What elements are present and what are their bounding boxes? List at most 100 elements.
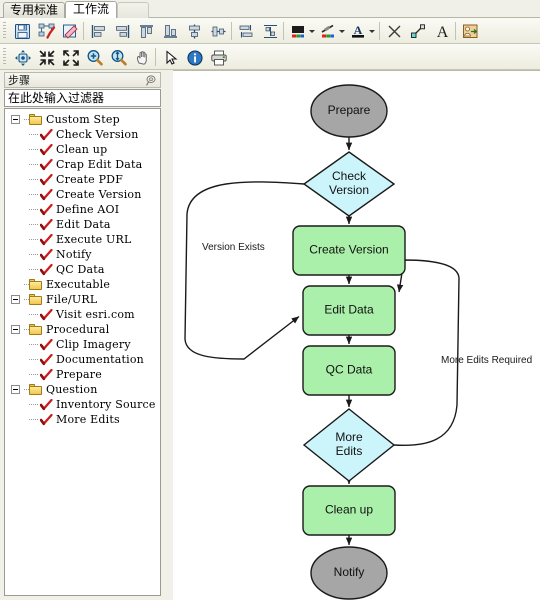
list-item[interactable]: Prepare (5, 367, 160, 382)
tree-group-custom-step[interactable]: Custom Step (5, 112, 160, 127)
list-item[interactable]: More Edits (5, 412, 160, 427)
save-button[interactable] (12, 21, 33, 42)
zoom-fit-height-icon (111, 49, 127, 65)
font-color-button[interactable]: A (348, 21, 369, 42)
tab-strip: 专用标准 工作流 (0, 0, 540, 19)
separator-1 (83, 22, 84, 40)
line-color-dropdown[interactable] (337, 21, 346, 42)
step-check-icon (39, 173, 53, 186)
step-check-icon (39, 248, 53, 261)
list-item[interactable]: Define AOI (5, 202, 160, 217)
edge-more-edits-required[interactable] (393, 259, 460, 447)
assign-button[interactable] (460, 21, 481, 42)
tree-group-procedural[interactable]: Procedural (5, 322, 160, 337)
delete-step-button[interactable] (384, 21, 405, 42)
tree-group-label: Procedural (46, 323, 110, 336)
align-left-button[interactable] (88, 21, 109, 42)
assign-person-icon (463, 24, 478, 38)
tree-toggle-icon[interactable] (11, 115, 20, 124)
node-prepare[interactable]: Prepare (310, 84, 388, 138)
toolbar-grip-icon-2[interactable] (3, 48, 6, 66)
font-color-dropdown[interactable] (367, 21, 376, 42)
list-item[interactable]: Execute URL (5, 232, 160, 247)
tab-workflow[interactable]: 工作流 (65, 1, 117, 19)
tree-toggle-icon[interactable] (11, 295, 20, 304)
edge-label-more-edits-required: More Edits Required (441, 355, 532, 366)
list-item-label: QC Data (56, 263, 105, 276)
tab-strip-filler (117, 2, 149, 19)
node-more-edits[interactable]: More Edits (302, 408, 396, 482)
list-item[interactable]: Visit esri.com (5, 307, 160, 322)
distribute-horizontal-button[interactable] (236, 21, 257, 42)
node-label: Prepare (328, 103, 371, 117)
select-button[interactable] (160, 47, 181, 68)
align-center-horizontal-button[interactable] (208, 21, 229, 42)
node-label: Edit Data (324, 303, 374, 317)
list-item[interactable]: Create Version (5, 187, 160, 202)
node-clean-up[interactable]: Clean up (302, 485, 396, 536)
list-item[interactable]: Inventory Source (5, 397, 160, 412)
align-center-vertical-button[interactable] (184, 21, 205, 42)
distribute-vertical-icon (264, 24, 277, 39)
fill-color-button[interactable] (288, 21, 309, 42)
list-item[interactable]: Crap Edit Data (5, 157, 160, 172)
list-item[interactable]: Clip Imagery (5, 337, 160, 352)
add-connector-button[interactable] (408, 21, 429, 42)
panel-splitter[interactable] (165, 70, 173, 600)
list-item-label: Crap Edit Data (56, 158, 143, 171)
list-item[interactable]: Documentation (5, 352, 160, 367)
line-color-button[interactable] (318, 21, 339, 42)
node-check-version[interactable]: Check Version (302, 151, 396, 217)
list-item[interactable]: Notify (5, 247, 160, 262)
tree-toggle-icon[interactable] (11, 325, 20, 334)
step-check-icon (39, 188, 53, 201)
node-notify[interactable]: Notify (310, 546, 388, 600)
separator-5 (455, 22, 456, 40)
fit-to-window-button[interactable] (12, 47, 33, 68)
align-right-button[interactable] (112, 21, 133, 42)
node-label: Notify (334, 565, 365, 579)
list-item[interactable]: Create PDF (5, 172, 160, 187)
workflow-canvas[interactable]: Prepare Check Version Create Version Edit Da… (173, 70, 540, 600)
delete-button[interactable] (60, 21, 81, 42)
steps-tree-root: Custom Step Check Version Clean up Crap Edi… (5, 109, 160, 427)
zoom-in-button[interactable] (84, 47, 105, 68)
list-item[interactable]: Edit Data (5, 217, 160, 232)
validate-workflow-button[interactable] (36, 21, 57, 42)
folder-icon (29, 114, 43, 125)
pin-icon[interactable] (145, 74, 158, 87)
align-top-button[interactable] (136, 21, 157, 42)
node-create-version[interactable]: Create Version (292, 225, 406, 276)
distribute-vertical-button[interactable] (260, 21, 281, 42)
separator-2 (231, 22, 232, 40)
edge-version-exists[interactable] (184, 181, 305, 360)
pan-button[interactable] (132, 47, 153, 68)
tree-group-file-url[interactable]: File/URL (5, 292, 160, 307)
tree-group-executable[interactable]: Executable (5, 277, 160, 292)
eraser-icon (63, 24, 78, 39)
toolbar-grip-icon[interactable] (3, 22, 6, 40)
align-top-icon (140, 25, 153, 38)
tab-special-standard[interactable]: 专用标准 (3, 2, 65, 18)
zoom-fit-height-button[interactable] (108, 47, 129, 68)
node-edit-data[interactable]: Edit Data (302, 285, 396, 336)
list-item[interactable]: Check Version (5, 127, 160, 142)
expand-extent-button[interactable] (60, 47, 81, 68)
list-item-label: Clip Imagery (56, 338, 131, 351)
list-item[interactable]: QC Data (5, 262, 160, 277)
tree-toggle-icon[interactable] (11, 385, 20, 394)
zoom-out-extent-button[interactable] (36, 47, 57, 68)
align-bottom-button[interactable] (160, 21, 181, 42)
info-button[interactable] (184, 47, 205, 68)
steps-filter-input[interactable]: 在此处输入过滤器 (4, 89, 161, 107)
edge-label-version-exists: Version Exists (202, 242, 265, 253)
node-qc-data[interactable]: QC Data (302, 345, 396, 396)
steps-tree[interactable]: Custom Step Check Version Clean up Crap Edi… (4, 108, 161, 596)
fill-color-dropdown[interactable] (307, 21, 316, 42)
step-check-icon (39, 218, 53, 231)
list-item[interactable]: Clean up (5, 142, 160, 157)
add-annotation-button[interactable]: A (432, 21, 453, 42)
list-item-label: Inventory Source (56, 398, 156, 411)
print-button[interactable] (208, 47, 229, 68)
tree-group-question[interactable]: Question (5, 382, 160, 397)
